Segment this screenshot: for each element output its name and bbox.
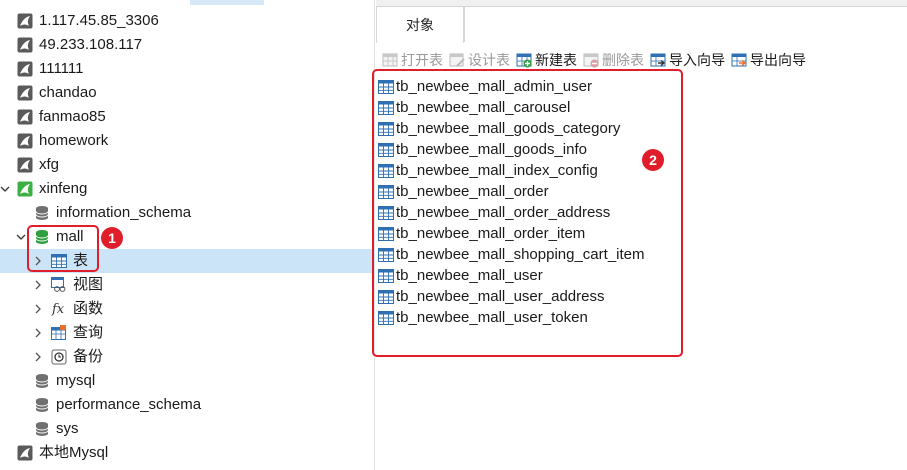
mysql-connection-icon	[17, 109, 33, 125]
open-table-icon	[382, 52, 398, 68]
chevron-down-icon[interactable]	[16, 232, 26, 242]
mysql-connection-icon	[17, 61, 33, 77]
database-label: sys	[56, 420, 79, 437]
connection-item-4[interactable]: chandao	[0, 81, 375, 105]
mysql-connection-active-icon	[17, 181, 33, 197]
connection-item-6[interactable]: homework	[0, 129, 375, 153]
connection-label: xinfeng	[39, 180, 88, 197]
tree-item-views[interactable]: 视图	[0, 273, 375, 297]
tree-item-backups[interactable]: 备份	[0, 345, 375, 369]
chevron-right-icon[interactable]	[33, 328, 43, 338]
tree-item-label: 备份	[73, 348, 104, 365]
view-icon	[51, 277, 67, 293]
database-item-sys[interactable]: sys	[0, 417, 375, 441]
tab-objects[interactable]: 对象	[376, 6, 464, 43]
database-icon	[34, 373, 50, 389]
annotation-box-2	[372, 69, 683, 357]
annotation-badge-1: 1	[101, 227, 123, 249]
tree-item-queries[interactable]: 查询	[0, 321, 375, 345]
database-item-information-schema[interactable]: information_schema	[0, 201, 375, 225]
connection-label: xfg	[39, 156, 60, 173]
export-wizard-button[interactable]: 导出向导	[731, 48, 806, 72]
annotation-box-1	[27, 225, 99, 272]
export-wizard-icon	[731, 52, 747, 68]
import-wizard-label: 导入向导	[669, 52, 725, 68]
connection-label: fanmao85	[39, 108, 106, 125]
database-icon	[34, 397, 50, 413]
new-table-icon	[516, 52, 532, 68]
tree-item-label: 函数	[73, 300, 104, 317]
mysql-connection-icon	[17, 85, 33, 101]
mysql-connection-icon	[17, 445, 33, 461]
export-wizard-label: 导出向导	[750, 52, 806, 68]
chevron-right-icon[interactable]	[33, 352, 43, 362]
connection-item-3[interactable]: 111111	[0, 57, 375, 81]
mysql-connection-icon	[17, 157, 33, 173]
database-item-mysql[interactable]: mysql	[0, 369, 375, 393]
connection-label: 本地Mysql	[39, 444, 109, 461]
tree-item-label: 视图	[73, 276, 104, 293]
database-label: performance_schema	[56, 396, 202, 413]
import-wizard-icon	[650, 52, 666, 68]
connection-label: chandao	[39, 84, 97, 101]
database-label: information_schema	[56, 204, 192, 221]
connection-item-local[interactable]: 本地Mysql	[0, 441, 375, 465]
top-selection-strip	[190, 0, 264, 5]
design-table-label: 设计表	[468, 52, 510, 68]
mysql-connection-icon	[17, 37, 33, 53]
chevron-right-icon[interactable]	[33, 304, 43, 314]
connection-item-1[interactable]: 1.117.45.85_3306	[0, 9, 375, 33]
database-icon	[34, 205, 50, 221]
connection-label: homework	[39, 132, 109, 149]
chevron-down-icon[interactable]	[0, 184, 10, 194]
tree-item-functions[interactable]: fx 函数	[0, 297, 375, 321]
chevron-right-icon[interactable]	[33, 280, 43, 290]
mysql-connection-icon	[17, 13, 33, 29]
navigation-tree-pane: 1.117.45.85_3306 49.233.108.117 111111 c…	[0, 0, 375, 470]
connection-item-5[interactable]: fanmao85	[0, 105, 375, 129]
connection-item-2[interactable]: 49.233.108.117	[0, 33, 375, 57]
database-label: mysql	[56, 372, 96, 389]
connection-item-xinfeng[interactable]: xinfeng	[0, 177, 375, 201]
design-table-icon	[449, 52, 465, 68]
tab-bar: 对象	[376, 0, 907, 43]
object-pane: 对象 打开表 设计表 新建表 删除表 导入向导 导出向导 tb_newbee_m…	[372, 0, 907, 470]
query-icon	[51, 325, 67, 341]
tab-bar-filler	[464, 6, 907, 42]
function-icon: fx	[51, 300, 67, 317]
annotation-badge-2: 2	[642, 149, 664, 171]
connection-label: 1.117.45.85_3306	[39, 12, 159, 29]
backup-icon	[51, 349, 67, 365]
delete-table-icon	[583, 52, 599, 68]
mysql-connection-icon	[17, 133, 33, 149]
connection-label: 49.233.108.117	[39, 36, 143, 53]
new-table-label: 新建表	[535, 52, 577, 68]
tree-item-label: 查询	[73, 324, 104, 341]
open-table-label: 打开表	[401, 52, 443, 68]
connection-item-7[interactable]: xfg	[0, 153, 375, 177]
svg-text:fx: fx	[51, 302, 65, 317]
database-icon	[34, 421, 50, 437]
connection-label: 111111	[39, 60, 84, 77]
delete-table-label: 删除表	[602, 52, 644, 68]
database-item-performance-schema[interactable]: performance_schema	[0, 393, 375, 417]
